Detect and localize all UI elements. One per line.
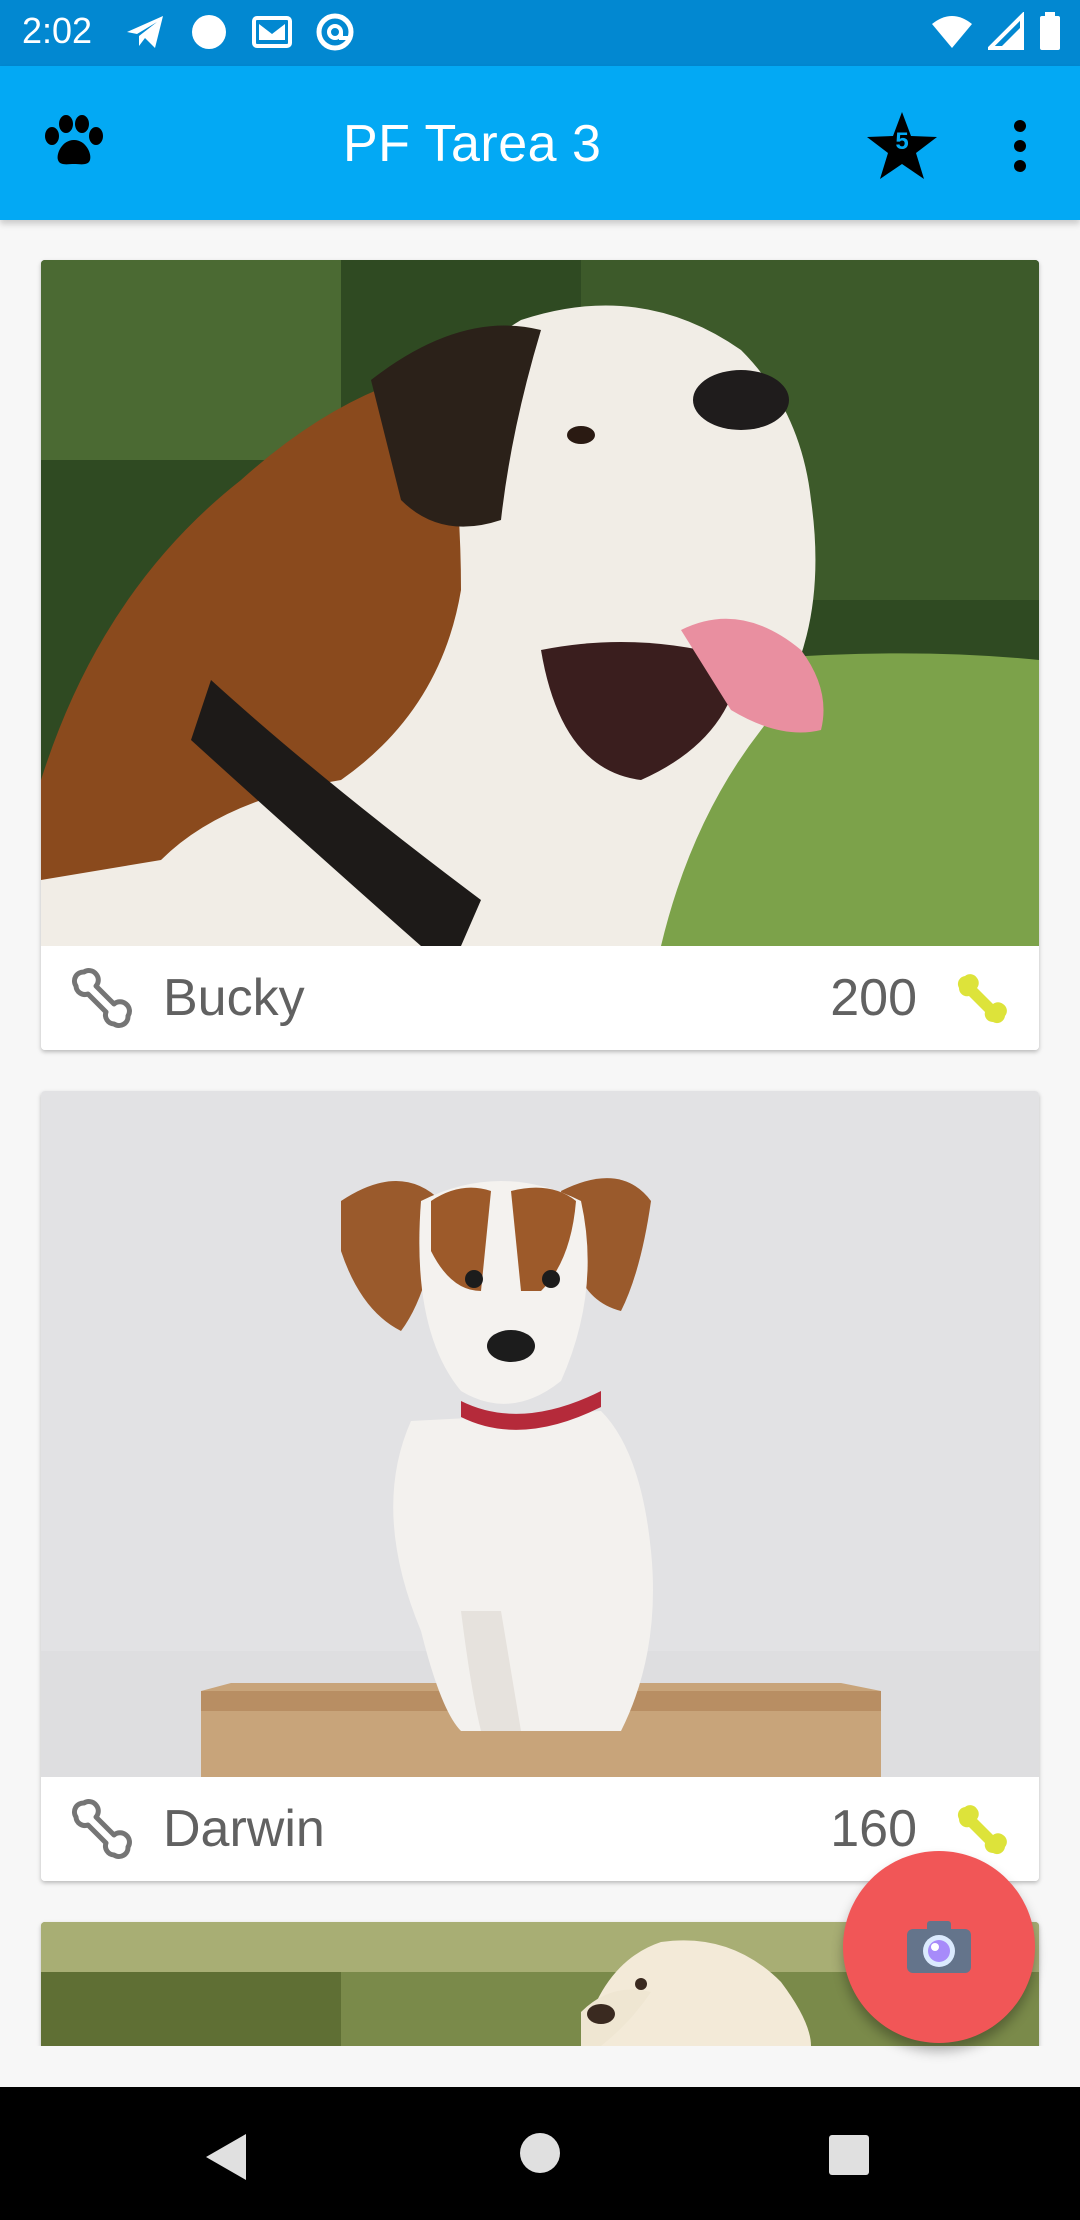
pet-card[interactable]: Darwin 160	[41, 1091, 1039, 1881]
status-bar: 2:02	[0, 0, 1080, 66]
pet-list[interactable]: Bucky 200 Darwin 160	[0, 220, 1080, 2046]
pet-name: Darwin	[163, 1800, 325, 1858]
app-title: PF Tarea 3	[343, 115, 602, 173]
system-status-icons	[930, 12, 1062, 52]
bone-rating-icon	[957, 974, 1007, 1024]
back-icon[interactable]	[204, 2132, 248, 2182]
at-sign-icon	[316, 13, 354, 51]
battery-icon	[1040, 12, 1060, 50]
pet-card[interactable]: Bucky 200	[41, 260, 1039, 1050]
pet-rating: 160	[830, 1800, 917, 1858]
status-time: 2:02	[22, 10, 93, 51]
app-toolbar: PF Tarea 3 5	[0, 66, 1080, 220]
notification-icons	[125, 12, 355, 52]
pet-card-footer: Bucky 200	[41, 946, 1039, 1050]
pet-photo-jack-russell	[41, 1091, 1039, 1777]
gmail-icon	[252, 16, 292, 48]
signal-icon	[988, 12, 1024, 50]
camera-icon	[907, 1921, 971, 1973]
system-navigation-bar	[0, 2087, 1080, 2220]
overflow-menu-icon[interactable]	[1000, 118, 1040, 174]
home-icon[interactable]	[519, 2132, 561, 2174]
recents-icon[interactable]	[828, 2134, 870, 2176]
bone-rating-icon	[957, 1805, 1007, 1855]
pet-rating: 200	[830, 969, 917, 1027]
pet-name: Bucky	[163, 969, 305, 1027]
telegram-icon	[127, 16, 163, 48]
paw-icon[interactable]	[42, 114, 106, 170]
favorites-button[interactable]: 5	[864, 108, 940, 184]
bone-outline-icon[interactable]	[66, 1795, 136, 1865]
bone-outline-icon[interactable]	[66, 964, 136, 1034]
favorites-count-badge: 5	[895, 128, 909, 155]
camera-fab[interactable]	[843, 1851, 1035, 2043]
pet-photo-saint-bernard	[41, 260, 1039, 946]
circle-icon	[192, 15, 226, 49]
wifi-icon	[932, 16, 972, 48]
